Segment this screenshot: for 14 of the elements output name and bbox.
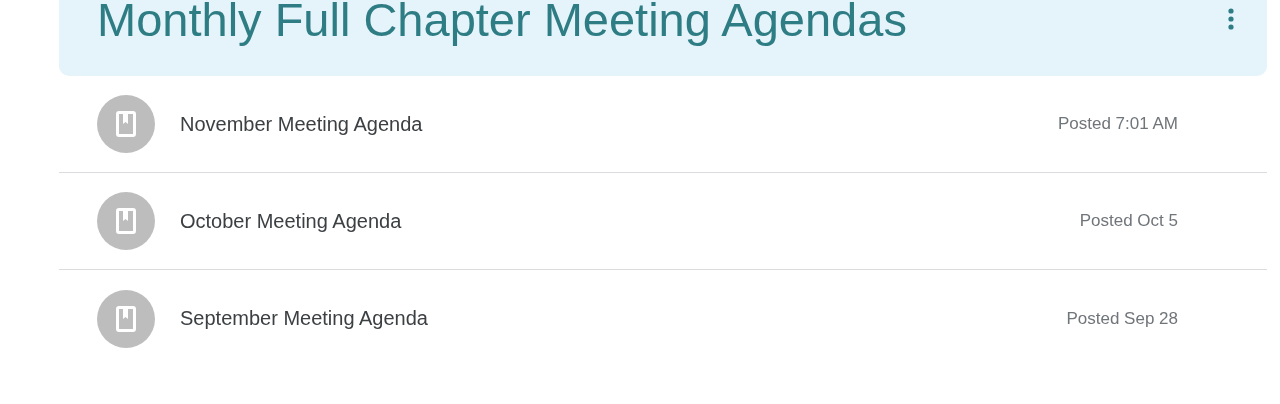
- posted-time: Posted 7:01 AM: [1057, 114, 1178, 134]
- material-title: October Meeting Agenda: [180, 209, 403, 233]
- material-title: November Meeting Agenda: [180, 112, 424, 136]
- posted-time: Posted Oct 5: [1079, 211, 1178, 231]
- material-title: September Meeting Agenda: [180, 307, 429, 330]
- more-vert-icon: [1228, 7, 1234, 31]
- book-icon: [97, 95, 155, 153]
- material-row[interactable]: November Meeting Agenda Posted 7:01 AM: [59, 76, 1267, 173]
- book-icon: [97, 192, 155, 250]
- posted-time: Posted Sep 28: [1066, 308, 1178, 329]
- book-icon: [97, 289, 155, 348]
- material-row[interactable]: October Meeting Agenda Posted Oct 5: [59, 173, 1267, 270]
- material-row[interactable]: September Meeting Agenda Posted Sep 28: [59, 270, 1267, 367]
- more-options-button[interactable]: [1228, 7, 1234, 31]
